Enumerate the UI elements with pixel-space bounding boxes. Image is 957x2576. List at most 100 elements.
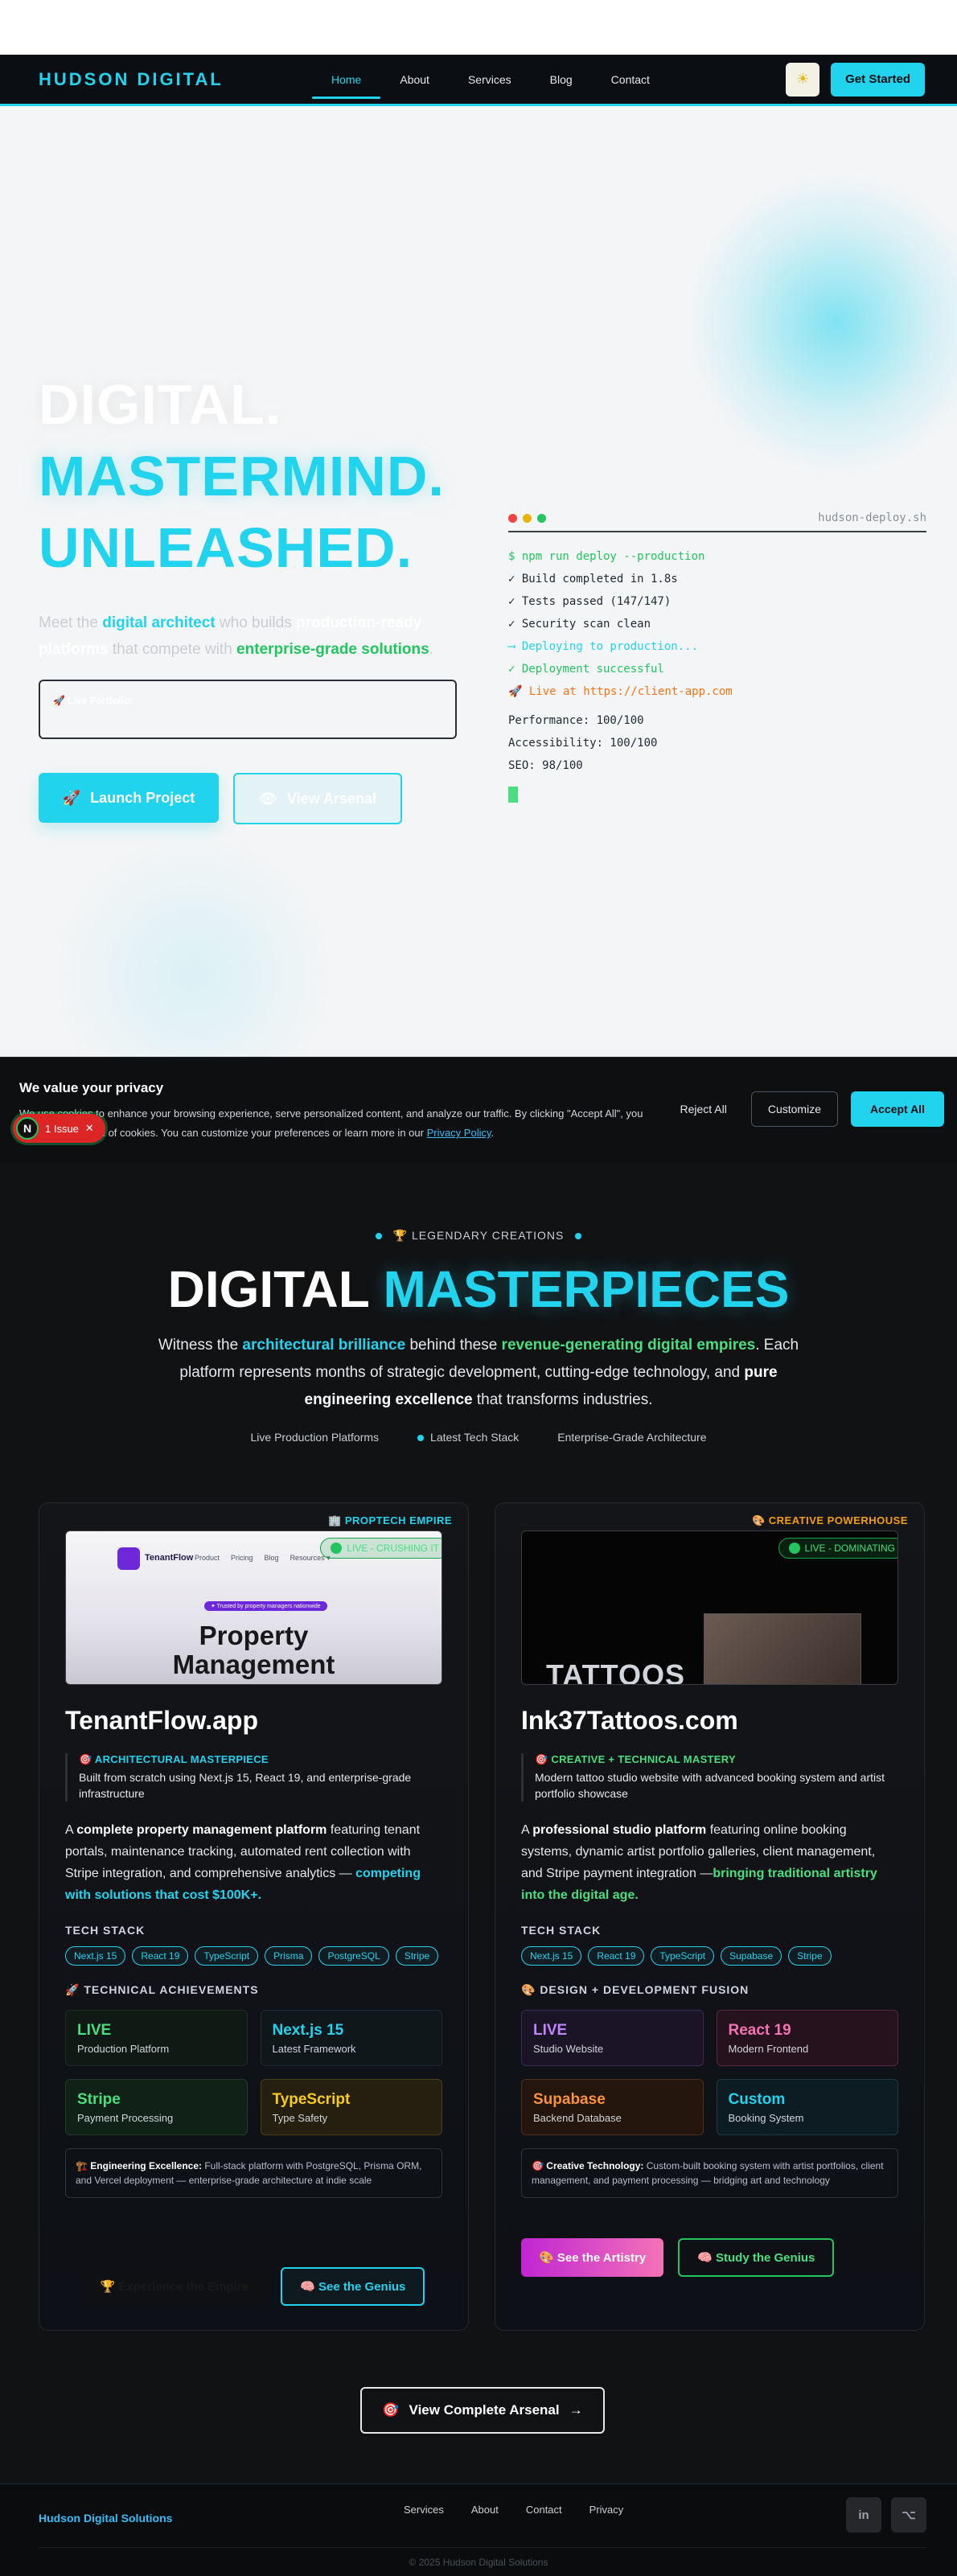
creative-note: 🎯 Creative Technology: Custom-built book… <box>521 2148 898 2198</box>
footer-link-contact[interactable]: Contact <box>526 2504 562 2516</box>
hero-subtitle: Meet the digital architect who builds pr… <box>39 614 433 658</box>
nextjs-icon: N <box>16 1117 39 1140</box>
hero-title-line-1: DIGITAL. <box>39 373 282 436</box>
tech-chip: Stripe <box>788 1946 832 1966</box>
hero-title-line-3: UNLEASHED. <box>39 516 413 579</box>
tech-chip: Next.js 15 <box>521 1946 582 1966</box>
cookie-text: We use cookies to enhance your browsing … <box>19 1107 643 1139</box>
project-screenshot[interactable]: TenantFlow Product Pricing Blog Resources ▾… <box>65 1530 442 1685</box>
site-logo[interactable]: HUDSON DIGITAL <box>39 69 224 90</box>
theme-toggle-button[interactable]: ☀ <box>786 62 820 97</box>
launch-project-button[interactable]: 🚀 Launch Project <box>39 773 219 823</box>
issue-count: 1 Issue <box>45 1122 79 1135</box>
hero-glow-top <box>684 171 957 476</box>
tech-chip: TypeScript <box>195 1946 259 1966</box>
pill-production: Live Production Platforms <box>250 1431 380 1444</box>
project-description: A complete property management platform … <box>65 1823 421 1902</box>
hero-section: DIGITAL. MASTERMIND. UNLEASHED. Meet the… <box>0 106 957 1057</box>
deploy-terminal: hudson-deploy.sh $ npm run deploy --prod… <box>508 512 926 811</box>
customize-button[interactable]: Customize <box>750 1091 838 1127</box>
project-description: A professional studio platform featuring… <box>521 1823 877 1902</box>
project-title[interactable]: TenantFlow.app <box>65 1706 442 1736</box>
project-screenshot[interactable]: TATTOOS LIVE - DOMINATING <box>521 1530 898 1685</box>
view-complete-arsenal-button[interactable]: 🎯 View Complete Arsenal → <box>360 2387 605 2434</box>
terminal-line: $ npm run deploy --production <box>508 550 705 563</box>
tech-chip: TypeScript <box>651 1946 715 1966</box>
shot-headline: Property Management <box>172 1621 335 1679</box>
linkedin-icon[interactable]: in <box>846 2497 881 2533</box>
project-quote: 🎯 ARCHITECTURAL MASTERPIECE Built from s… <box>65 1753 442 1802</box>
shot-brand: TenantFlow <box>145 1553 194 1563</box>
rocket-icon: 🚀 <box>62 789 81 806</box>
nav-link-services[interactable]: Services <box>449 55 531 104</box>
cookie-actions: Reject All Customize Accept All <box>669 1091 944 1127</box>
privacy-policy-link[interactable]: Privacy Policy <box>427 1127 491 1139</box>
experience-empire-button[interactable]: 🏆 Experience the Empire <box>82 2267 267 2306</box>
tech-chip: PostgreSQL <box>318 1946 389 1966</box>
study-genius-button[interactable]: 🧠 Study the Genius <box>678 2238 835 2277</box>
terminal-metric: Accessibility: 100/100 <box>508 737 658 750</box>
project-card-ink37: 🎨 CREATIVE POWERHOUSE TATTOOS LIVE - DOM… <box>495 1502 925 2331</box>
tech-stack-label: TECH STACK <box>65 1924 146 1937</box>
see-genius-button[interactable]: 🧠 See the Genius <box>281 2267 425 2306</box>
shot-nav: Product Pricing Blog Resources ▾ <box>195 1554 331 1562</box>
tech-chip: Supabase <box>721 1946 782 1966</box>
window-minimize-dot <box>523 513 532 523</box>
get-started-button[interactable]: Get Started <box>831 62 925 97</box>
close-icon[interactable]: ✕ <box>85 1122 94 1135</box>
footer-divider <box>39 2547 926 2548</box>
card-actions: 🏆 Experience the Empire 🧠 See the Genius <box>65 2267 442 2306</box>
pill-tech: Latest Tech Stack <box>417 1431 519 1444</box>
hero-title-line-2: MASTERMIND. <box>39 445 445 507</box>
footer-copyright: © 2025 Hudson Digital Solutions <box>409 2557 548 2568</box>
footer-link-about[interactable]: About <box>471 2504 499 2516</box>
fusion-tiles: LIVE Studio Website React 19 Modern Fronte… <box>521 2010 898 2135</box>
social-links: in ⌥ <box>846 2497 926 2533</box>
footer-links: Services About Contact Privacy <box>404 2504 623 2516</box>
terminal-line: ✓ Security scan clean <box>508 618 651 631</box>
terminal-metric: SEO: 98/100 <box>508 759 583 772</box>
terminal-output: $ npm run deploy --production ✓ Build co… <box>508 532 926 811</box>
project-card-tenantflow: 🏢 PROPTECH EMPIRE TenantFlow Product Pric… <box>39 1502 469 2331</box>
nav-link-contact[interactable]: Contact <box>592 55 669 104</box>
tech-chips: Next.js 15 React 19 TypeScript Prisma Po… <box>65 1946 442 1966</box>
shot-word: TATTOOS <box>546 1658 685 1685</box>
main-nav: HUDSON DIGITAL Home About Services Blog … <box>0 55 957 106</box>
rocket-icon: 🚀 <box>53 695 68 706</box>
nav-link-home[interactable]: Home <box>312 55 381 104</box>
card-ribbon: 🏢 PROPTECH EMPIRE <box>328 1514 452 1526</box>
nav-actions: ☀ Get Started <box>786 62 925 97</box>
see-artistry-button[interactable]: 🎨 See the Artistry <box>521 2238 664 2277</box>
live-portfolio-callout: 🚀 Live Portfolio: TenantFlow.app & Ink37… <box>39 680 457 739</box>
tech-stack-label: TECH STACK <box>521 1924 602 1937</box>
tech-chip: Prisma <box>265 1946 313 1966</box>
footer-brand[interactable]: Hudson Digital Solutions <box>39 2512 172 2525</box>
project-quote: 🎯 CREATIVE + TECHNICAL MASTERY Modern ta… <box>521 1753 898 1802</box>
section-title: DIGITAL MASTERPIECES <box>167 1260 790 1318</box>
terminal-line: ✓ Tests passed (147/147) <box>508 595 672 608</box>
feature-pills: Live Production Platforms Latest Tech St… <box>0 1431 957 1444</box>
view-arsenal-button[interactable]: 👁 View Arsenal <box>233 773 402 824</box>
terminal-line: ✓ Build completed in 1.8s <box>508 573 678 585</box>
nav-menu: Home About Services Blog Contact <box>312 55 669 104</box>
site-footer: Hudson Digital Solutions Services About … <box>0 2484 957 2574</box>
nav-link-blog[interactable]: Blog <box>531 55 592 104</box>
section-subtitle: Witness the architectural brilliance beh… <box>158 1337 799 1408</box>
reject-all-button[interactable]: Reject All <box>669 1091 738 1127</box>
section-eyebrow: 🏆 LEGENDARY CREATIONS <box>0 1229 957 1243</box>
github-icon[interactable]: ⌥ <box>891 2497 926 2533</box>
live-badge: LIVE - CRUSHING IT <box>320 1538 442 1559</box>
dev-issues-badge[interactable]: N 1 Issue ✕ <box>13 1114 105 1143</box>
project-title[interactable]: Ink37Tattoos.com <box>521 1706 898 1736</box>
hero-glow-bottom <box>48 830 338 1057</box>
sun-icon: ☀ <box>796 71 810 87</box>
card-actions: 🎨 See the Artistry 🧠 Study the Genius <box>521 2238 898 2277</box>
terminal-metric: Performance: 100/100 <box>508 714 644 727</box>
terminal-cursor <box>508 787 518 803</box>
footer-link-privacy[interactable]: Privacy <box>589 2504 624 2516</box>
accept-all-button[interactable]: Accept All <box>851 1091 944 1127</box>
window-maximize-dot <box>537 513 546 523</box>
footer-link-services[interactable]: Services <box>404 2504 444 2516</box>
pill-enterprise: Enterprise-Grade Architecture <box>557 1431 707 1444</box>
nav-link-about[interactable]: About <box>380 55 449 104</box>
